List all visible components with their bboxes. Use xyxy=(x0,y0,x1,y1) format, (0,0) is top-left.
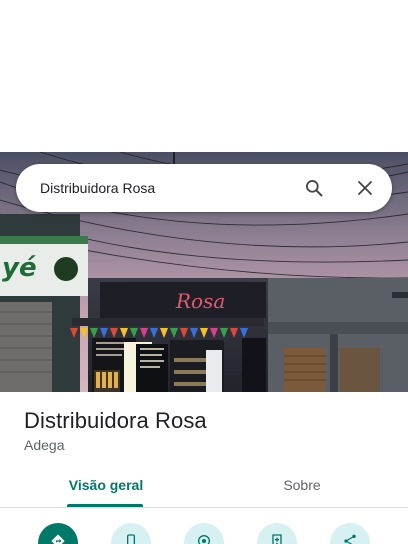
phone-icon xyxy=(127,534,135,544)
search-input[interactable]: Distribuidora Rosa xyxy=(40,164,155,212)
action-buttons-row xyxy=(0,520,408,544)
search-button[interactable] xyxy=(299,173,329,203)
directions-icon xyxy=(51,534,65,544)
location-icon xyxy=(198,535,210,544)
save-button[interactable] xyxy=(257,523,297,544)
tab-overview[interactable]: Visão geral xyxy=(54,468,158,508)
call-button[interactable] xyxy=(111,523,151,544)
directions-button[interactable] xyxy=(38,523,78,544)
top-blank-area xyxy=(0,0,408,152)
close-button[interactable] xyxy=(350,173,380,203)
place-tabs: Visão geral Sobre xyxy=(0,468,408,508)
search-bar[interactable]: Distribuidora Rosa xyxy=(16,164,392,212)
active-tab-indicator xyxy=(67,504,143,507)
share-icon xyxy=(344,534,356,544)
save-icon xyxy=(272,534,282,544)
left-sign-text: yé xyxy=(2,253,37,283)
place-category: Adega xyxy=(24,437,65,453)
place-title: Distribuidora Rosa xyxy=(24,408,207,433)
share-button[interactable] xyxy=(330,523,370,544)
close-icon xyxy=(358,181,372,195)
search-icon xyxy=(306,180,323,197)
store-neon-sign: Rosa xyxy=(175,289,225,313)
tab-about[interactable]: Sobre xyxy=(250,468,354,508)
nearby-button[interactable] xyxy=(184,523,224,544)
